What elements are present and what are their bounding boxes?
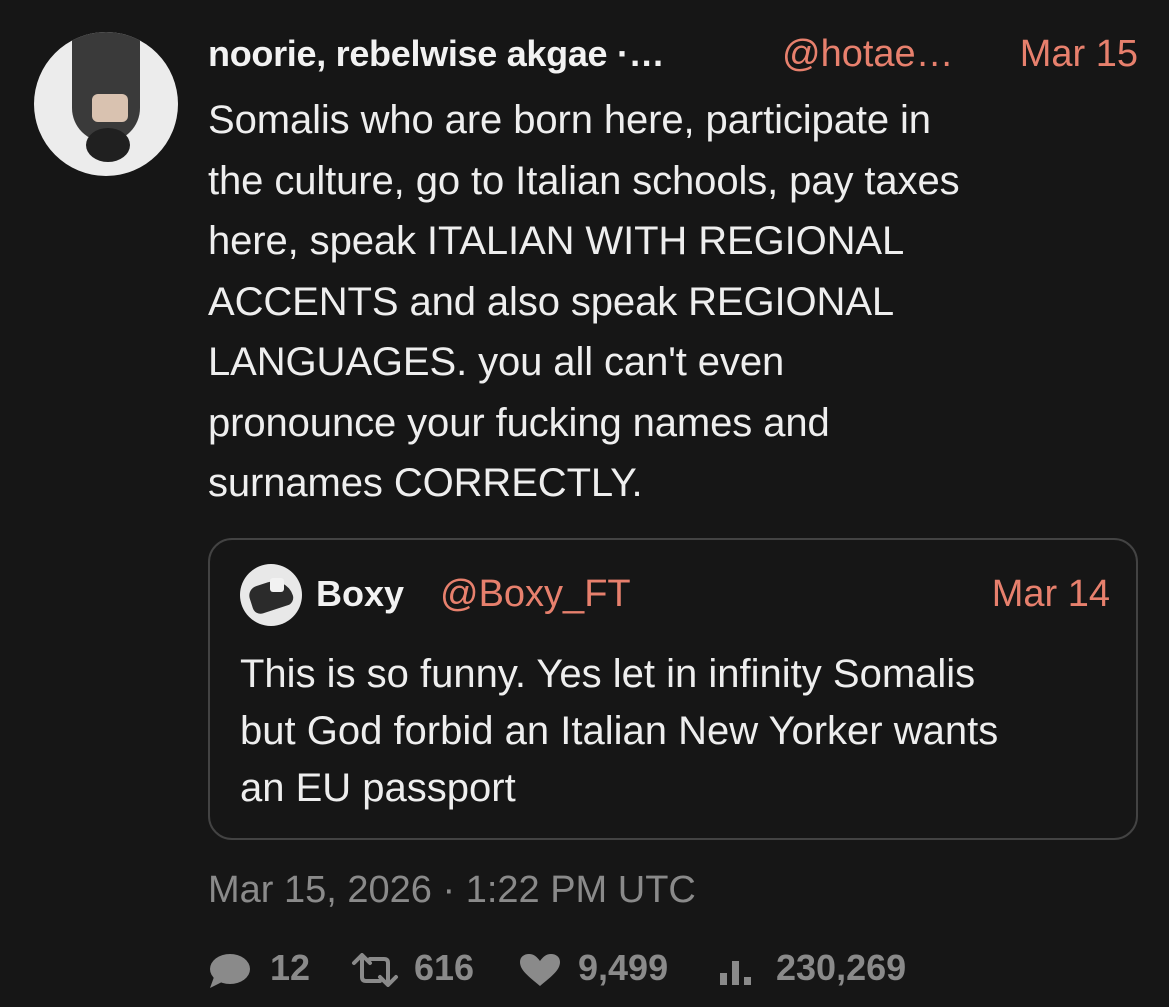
views-count: 230,269 [776, 947, 907, 988]
quoted-tweet-date[interactable]: Mar 14 [992, 570, 1110, 618]
retweet-icon [352, 953, 398, 987]
comment-icon [210, 954, 250, 988]
heart-icon [520, 954, 560, 986]
replies-count: 12 [270, 947, 311, 988]
tweet-text: Somalis who are born here, participate i… [208, 98, 960, 505]
quoted-tweet[interactable]: Boxy @Boxy_FT Mar 14 This is so funny. Y… [208, 538, 1138, 840]
tweet-header: noorie, rebelwise akgae ·… @hotae… Mar 1… [208, 30, 1138, 78]
tweet-timestamp[interactable]: Mar 15, 2026 · 1:22 PM UTC [208, 866, 696, 914]
avatar-hair [86, 128, 130, 162]
tweet-date[interactable]: Mar 15 [1020, 30, 1138, 78]
quoted-tweet-header: Boxy @Boxy_FT Mar 14 [316, 570, 1110, 618]
author-avatar[interactable] [34, 32, 178, 176]
quoted-author-avatar[interactable] [240, 564, 302, 626]
quoted-tweet-text: This is so funny. Yes let in infinity So… [240, 652, 999, 810]
views-icon [720, 961, 751, 985]
quoted-avatar-highlight [270, 578, 284, 592]
avatar-figure [72, 32, 140, 142]
author-handle[interactable]: @hotae… [782, 30, 954, 78]
author-name[interactable]: noorie, rebelwise akgae ·… [208, 30, 665, 78]
likes-count: 9,499 [578, 947, 669, 988]
quoted-author-name[interactable]: Boxy [316, 570, 404, 618]
quoted-author-handle[interactable]: @Boxy_FT [440, 570, 631, 618]
retweets-count: 616 [414, 947, 475, 988]
avatar-face [92, 94, 128, 122]
